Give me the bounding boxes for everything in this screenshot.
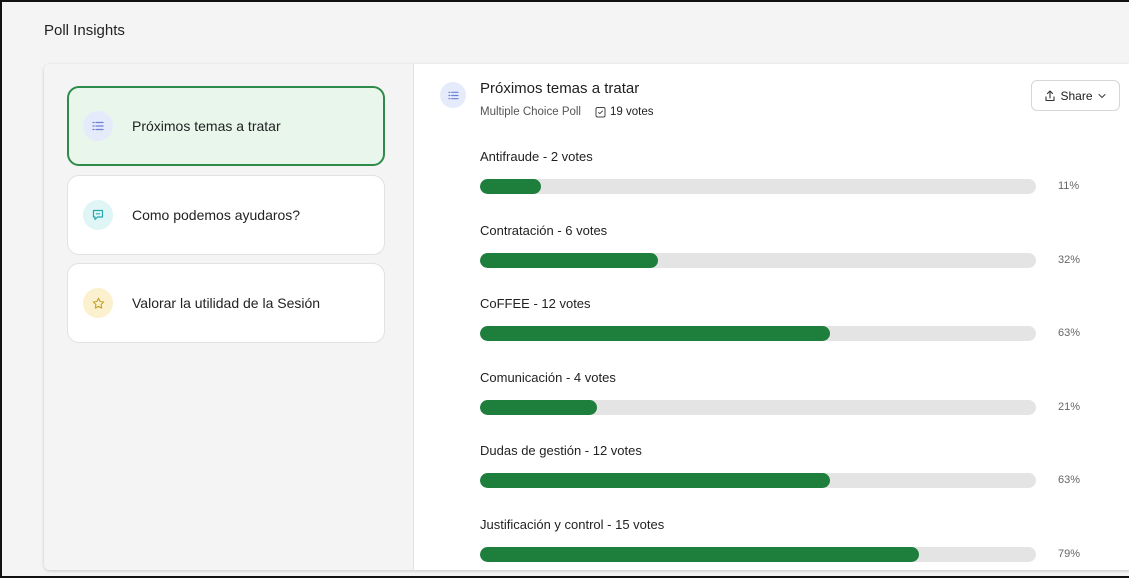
poll-option: Justificación y control - 15 votes 79% xyxy=(480,517,1120,570)
option-label: CoFFEE - 12 votes xyxy=(480,296,591,311)
result-bar xyxy=(480,547,1036,562)
poll-option: Antifraude - 2 votes 11% xyxy=(480,149,1120,209)
option-percent: 21% xyxy=(1058,401,1081,413)
result-bar xyxy=(480,473,1036,488)
chat-icon xyxy=(83,200,113,230)
star-icon xyxy=(83,288,113,318)
poll-insights-panel: Próximos temas a tratar Como podemos ayu… xyxy=(44,64,1129,570)
option-percent: 11% xyxy=(1058,180,1080,192)
option-label: Comunicación - 4 votes xyxy=(480,370,616,385)
option-label: Dudas de gestión - 12 votes xyxy=(480,443,642,458)
poll-card-proximos-temas[interactable]: Próximos temas a tratar xyxy=(67,86,385,166)
poll-option: Dudas de gestión - 12 votes 63% xyxy=(480,443,1120,503)
list-icon xyxy=(83,111,113,141)
share-button[interactable]: Share xyxy=(1031,80,1120,111)
page-title: Poll Insights xyxy=(44,22,125,39)
option-label: Contratación - 6 votes xyxy=(480,223,608,238)
result-bar xyxy=(480,253,1036,268)
option-percent: 63% xyxy=(1058,327,1081,339)
result-bar-fill xyxy=(480,253,658,268)
list-icon xyxy=(440,82,466,108)
option-percent: 63% xyxy=(1058,474,1081,486)
app-frame: Poll Insights Próximos temas a tratar Co… xyxy=(0,0,1129,578)
poll-card-label: Como podemos ayudaros? xyxy=(132,207,301,223)
result-bar xyxy=(480,179,1036,194)
ballot-icon xyxy=(595,107,606,118)
option-percent: 32% xyxy=(1058,254,1081,266)
option-label: Antifraude - 2 votes xyxy=(480,149,593,164)
result-bar-fill xyxy=(480,547,920,562)
option-percent: 79% xyxy=(1058,548,1081,560)
chevron-down-icon xyxy=(1097,93,1106,98)
share-icon xyxy=(1045,89,1056,101)
vote-count-text: 19 votes xyxy=(610,106,654,118)
result-bar-fill xyxy=(480,179,542,194)
poll-option: Comunicación - 4 votes 21% xyxy=(480,370,1120,430)
vote-count: 19 votes xyxy=(595,106,653,118)
poll-option: Contratación - 6 votes 32% xyxy=(480,223,1120,283)
poll-option: CoFFEE - 12 votes 63% xyxy=(480,296,1120,356)
result-bar xyxy=(480,326,1036,341)
poll-card-valorar[interactable]: Valorar la utilidad de la Sesión xyxy=(67,263,385,343)
result-bar-fill xyxy=(480,473,831,488)
poll-card-label: Próximos temas a tratar xyxy=(132,118,281,134)
option-label: Justificación y control - 15 votes xyxy=(480,517,665,532)
poll-title: Próximos temas a tratar xyxy=(480,80,640,97)
share-label: Share xyxy=(1060,88,1093,103)
poll-type: Multiple Choice Poll xyxy=(480,106,581,118)
result-bar-fill xyxy=(480,326,831,341)
poll-card-como-podemos[interactable]: Como podemos ayudaros? xyxy=(67,175,385,255)
poll-card-label: Valorar la utilidad de la Sesión xyxy=(132,295,321,311)
poll-meta: Multiple Choice Poll 19 votes xyxy=(480,106,653,118)
poll-results: Próximos temas a tratar Multiple Choice … xyxy=(415,64,1129,570)
poll-list: Próximos temas a tratar Como podemos ayu… xyxy=(44,64,414,570)
result-bar-fill xyxy=(480,400,597,415)
result-bar xyxy=(480,400,1036,415)
